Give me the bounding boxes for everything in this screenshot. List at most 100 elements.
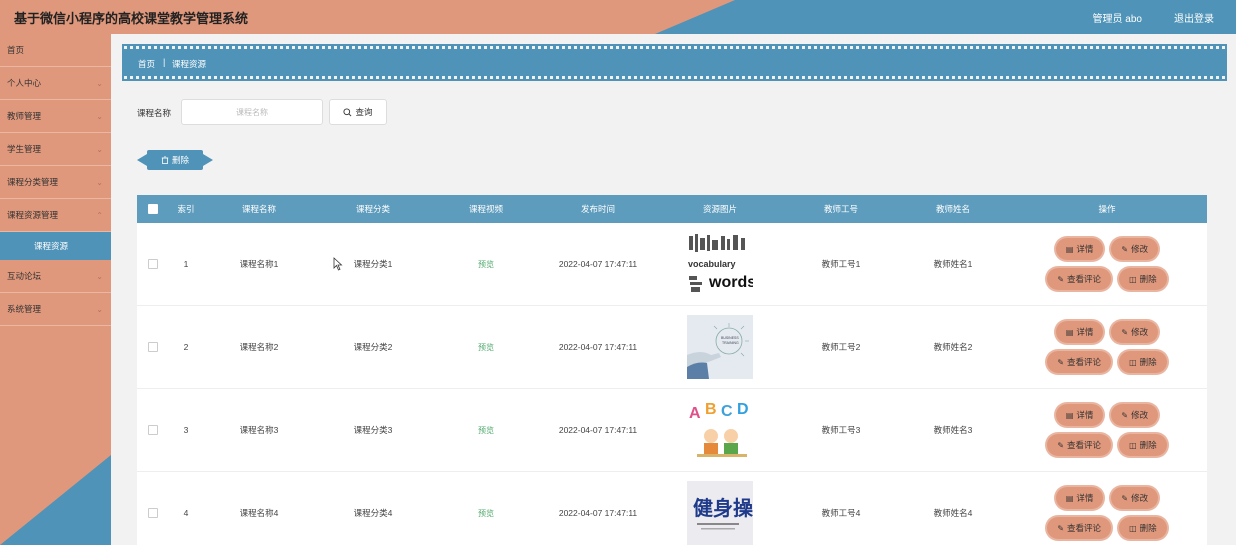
pencil-icon: ✎ xyxy=(1057,357,1065,367)
sidebar-item-label: 课程资源 xyxy=(34,241,69,251)
pencil-icon: ✎ xyxy=(1121,410,1129,420)
video-preview-link[interactable]: 预览 xyxy=(478,260,494,269)
header-course-category: 课程分类 xyxy=(355,204,390,214)
sidebar-item-system[interactable]: 系统管理 ⌄ xyxy=(0,293,111,326)
sidebar-corner-decoration xyxy=(0,455,111,545)
header-teacher-name: 教师姓名 xyxy=(935,204,970,214)
search-button[interactable]: 查询 xyxy=(329,99,387,125)
cell-publish-time: 2022-04-07 17:47:11 xyxy=(558,259,638,269)
batch-delete-label: 删除 xyxy=(171,155,189,165)
trash-icon: ◫ xyxy=(1129,274,1137,284)
sidebar-item-label: 首页 xyxy=(7,45,25,55)
chevron-down-icon: ⌄ xyxy=(96,79,103,88)
cell-index: 2 xyxy=(183,342,189,352)
search-input[interactable] xyxy=(181,99,323,125)
delete-button[interactable]: ◫ 删除 xyxy=(1119,351,1167,373)
sidebar-item-home[interactable]: 首页 xyxy=(0,34,111,67)
abcd-kids-picture: A B C D xyxy=(687,398,753,462)
logout-link[interactable]: 退出登录 xyxy=(1174,10,1214,25)
pencil-icon: ✎ xyxy=(1121,327,1129,337)
batch-delete-button[interactable]: 删除 xyxy=(137,150,213,170)
header-teacher-no: 教师工号 xyxy=(823,204,858,214)
resource-image-calligraphy[interactable]: 健身操 xyxy=(687,481,753,545)
sidebar-item-students[interactable]: 学生管理 ⌄ xyxy=(0,133,111,166)
edit-button[interactable]: ✎ 修改 xyxy=(1111,321,1159,343)
view-comments-button[interactable]: ✎ 查看评论 xyxy=(1047,434,1112,456)
table-row: 2 课程名称2 课程分类2 预览 2022-04-07 17:47:11 BUS… xyxy=(137,306,1207,389)
detail-label: 详情 xyxy=(1076,327,1094,337)
breadcrumb-separator: | xyxy=(163,57,166,67)
video-preview-link[interactable]: 预览 xyxy=(478,426,494,435)
edit-label: 修改 xyxy=(1131,327,1149,337)
row-checkbox-cell xyxy=(137,425,169,435)
sidebar-item-label: 学生管理 xyxy=(7,144,42,154)
cell-teacher-no: 教师工号1 xyxy=(821,259,861,269)
edit-button[interactable]: ✎ 修改 xyxy=(1111,238,1159,260)
cell-teacher-name: 教师姓名3 xyxy=(933,425,973,435)
cell-resource-image: A B C D xyxy=(655,398,785,462)
sidebar-item-label: 课程资源管理 xyxy=(7,210,59,220)
chevron-down-icon: ⌄ xyxy=(96,305,103,314)
breadcrumb-home[interactable]: 首页 xyxy=(138,58,155,70)
video-preview-link[interactable]: 预览 xyxy=(478,343,494,352)
system-title: 基于微信小程序的高校课堂教学管理系统 xyxy=(14,11,249,26)
search-icon xyxy=(343,107,352,116)
view-comments-label: 查看评论 xyxy=(1067,440,1102,450)
cell-teacher-no: 教师工号4 xyxy=(821,508,861,518)
business-training-picture: BUSINESS TRAINING xyxy=(687,315,753,379)
cell-operations: ▤ 详情 ✎ 修改 ✎ 查看评论 ◫ 删除 xyxy=(1009,404,1205,456)
delete-button[interactable]: ◫ 删除 xyxy=(1119,517,1167,539)
sidebar-item-profile[interactable]: 个人中心 ⌄ xyxy=(0,67,111,100)
view-comments-button[interactable]: ✎ 查看评论 xyxy=(1047,351,1112,373)
sidebar: 首页 个人中心 ⌄ 教师管理 ⌄ 学生管理 ⌄ 课程分类管理 ⌄ 课程资源管理 ⌃ 课程资… xyxy=(0,34,111,545)
delete-button[interactable]: ◫ 删除 xyxy=(1119,434,1167,456)
detail-button[interactable]: ▤ 详情 xyxy=(1055,487,1104,509)
detail-button[interactable]: ▤ 详情 xyxy=(1055,321,1104,343)
chevron-down-icon: ⌄ xyxy=(96,145,103,154)
pencil-icon: ✎ xyxy=(1121,244,1129,254)
sidebar-item-course-categories[interactable]: 课程分类管理 ⌄ xyxy=(0,166,111,199)
cell-publish-time: 2022-04-07 17:47:11 xyxy=(558,508,638,518)
svg-text:B: B xyxy=(705,401,717,418)
sidebar-item-forum[interactable]: 互动论坛 ⌄ xyxy=(0,260,111,293)
edit-button[interactable]: ✎ 修改 xyxy=(1111,404,1159,426)
document-icon: ▤ xyxy=(1065,244,1074,254)
cell-operations: ▤ 详情 ✎ 修改 ✎ 查看评论 ◫ 删除 xyxy=(1009,321,1205,373)
resource-image-vocabulary[interactable]: vocabulary words xyxy=(687,232,753,296)
sidebar-item-course-resources-mgmt[interactable]: 课程资源管理 ⌃ xyxy=(0,199,111,232)
edit-button[interactable]: ✎ 修改 xyxy=(1111,487,1159,509)
svg-text:words: words xyxy=(708,274,753,291)
row-checkbox[interactable] xyxy=(148,425,158,435)
top-header: 基于微信小程序的高校课堂教学管理系统 管理员 abo 退出登录 xyxy=(0,0,1236,34)
view-comments-label: 查看评论 xyxy=(1067,523,1102,533)
header-course-name: 课程名称 xyxy=(241,204,276,214)
detail-button[interactable]: ▤ 详情 xyxy=(1055,404,1104,426)
cell-resource-image: 健身操 xyxy=(655,481,785,545)
view-comments-button[interactable]: ✎ 查看评论 xyxy=(1047,268,1112,290)
select-all-checkbox[interactable] xyxy=(148,204,158,214)
sidebar-item-label: 教师管理 xyxy=(7,111,42,121)
resource-image-business[interactable]: BUSINESS TRAINING xyxy=(687,315,753,379)
admin-user: 管理员 abo xyxy=(1092,14,1142,25)
video-preview-link[interactable]: 预览 xyxy=(478,509,494,518)
cell-course-category: 课程分类2 xyxy=(353,342,393,352)
cell-course-name: 课程名称1 xyxy=(239,259,279,269)
table-row: 4 课程名称4 课程分类4 预览 2022-04-07 17:47:11 健身操… xyxy=(137,472,1207,545)
sidebar-subitem-course-resources[interactable]: 课程资源 xyxy=(0,232,111,260)
delete-button[interactable]: ◫ 删除 xyxy=(1119,268,1167,290)
row-checkbox[interactable] xyxy=(148,342,158,352)
trash-icon: ◫ xyxy=(1129,357,1137,367)
delete-label: 删除 xyxy=(1139,357,1157,367)
sidebar-item-teachers[interactable]: 教师管理 ⌄ xyxy=(0,100,111,133)
cell-teacher-name: 教师姓名4 xyxy=(933,508,973,518)
sidebar-item-label: 个人中心 xyxy=(7,78,42,88)
svg-text:TRAINING: TRAINING xyxy=(722,341,739,345)
delete-label: 删除 xyxy=(1139,274,1157,284)
cell-course-name: 课程名称4 xyxy=(239,508,279,518)
row-checkbox[interactable] xyxy=(148,259,158,269)
resource-image-abcd[interactable]: A B C D xyxy=(687,398,753,462)
view-comments-button[interactable]: ✎ 查看评论 xyxy=(1047,517,1112,539)
row-checkbox[interactable] xyxy=(148,508,158,518)
detail-button[interactable]: ▤ 详情 xyxy=(1055,238,1104,260)
svg-text:A: A xyxy=(689,405,701,422)
